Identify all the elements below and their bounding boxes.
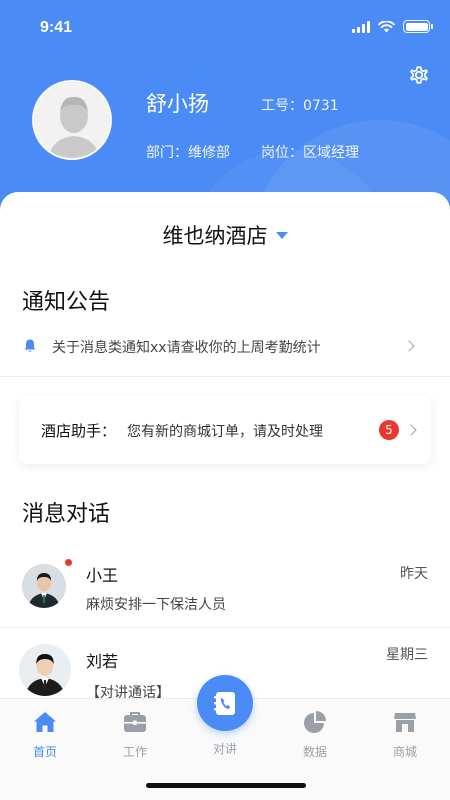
person-photo-icon (22, 564, 66, 608)
person-photo-icon (19, 644, 71, 696)
user-avatar[interactable] (32, 80, 112, 160)
tab-label: 对讲 (212, 742, 237, 756)
assistant-label: 酒店助手： (41, 422, 117, 440)
contact-avatar (22, 564, 66, 608)
battery-icon (403, 20, 433, 33)
divider (0, 376, 450, 377)
user-name: 舒小扬 (146, 92, 209, 116)
home-indicator (146, 783, 306, 788)
status-time: 9:41 (40, 19, 73, 36)
contact-name: 小王 (86, 566, 119, 585)
cellular-signal-icon (352, 20, 370, 33)
briefcase-icon (124, 712, 146, 732)
notice-text: 关于消息类通知xx请查收你的上周考勤统计 (52, 340, 321, 356)
phone-book-icon (214, 692, 235, 715)
status-bar: 9:41 (0, 0, 450, 56)
messages-section-title: 消息对话 (22, 502, 111, 527)
tab-label: 工作 (122, 745, 147, 759)
tab-label: 商城 (392, 745, 417, 759)
tab-work[interactable]: 工作 (105, 709, 165, 760)
home-icon (34, 712, 56, 732)
bell-icon (24, 339, 36, 352)
hotel-selector[interactable]: 维也纳酒店 (0, 220, 450, 250)
hotel-name: 维也纳酒店 (162, 224, 268, 248)
status-icons (352, 20, 433, 33)
message-time: 昨天 (400, 566, 428, 582)
tab-store[interactable]: 商城 (375, 709, 435, 760)
hotel-assistant-card[interactable]: 酒店助手： 您有新的商城订单，请及时处理 5 (19, 396, 431, 464)
tab-home[interactable]: 首页 (15, 709, 75, 760)
wifi-icon (378, 20, 395, 32)
contact-name: 刘若 (86, 652, 119, 671)
message-preview: 麻烦安排一下保洁人员 (86, 597, 226, 613)
unread-count-badge: 5 (379, 420, 399, 440)
department: 部门：维修部 (146, 145, 230, 161)
chat-list-item[interactable]: 小王 昨天 麻烦安排一下保洁人员 (0, 552, 450, 626)
store-icon (394, 713, 416, 732)
staff-number: 工号：0731 (261, 98, 339, 114)
unread-dot (65, 559, 72, 566)
contact-avatar (19, 644, 71, 696)
notice-item[interactable]: 关于消息类通知xx请查收你的上周考勤统计 (0, 328, 450, 366)
tab-label: 数据 (302, 745, 327, 759)
chevron-right-icon (403, 340, 415, 352)
intercom-fab-button[interactable] (197, 675, 253, 731)
tab-data[interactable]: 数据 (285, 709, 345, 760)
settings-gear-icon[interactable] (406, 62, 432, 88)
caret-down-icon (275, 231, 288, 239)
message-time: 星期三 (386, 647, 428, 663)
assistant-message: 您有新的商城订单，请及时处理 (127, 424, 323, 440)
notice-section-title: 通知公告 (22, 290, 111, 315)
pie-chart-icon (304, 711, 326, 733)
chevron-right-icon (405, 424, 417, 436)
divider (0, 627, 450, 628)
tab-label: 首页 (32, 745, 57, 759)
job-position: 岗位：区域经理 (261, 145, 359, 161)
